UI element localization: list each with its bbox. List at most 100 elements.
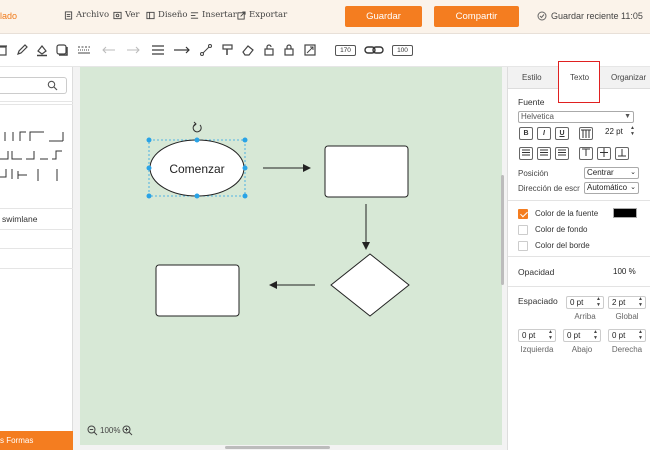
height-input[interactable]: 100 <box>392 45 413 56</box>
tab-texto-highlight <box>558 61 600 103</box>
align-left-icon <box>522 149 530 156</box>
align-top-icon <box>582 148 590 156</box>
save-button[interactable]: Guardar <box>345 6 422 27</box>
divider <box>508 286 650 287</box>
tab-organizar[interactable]: Organizar <box>611 73 646 82</box>
layout-icon <box>146 11 155 19</box>
fill-icon[interactable] <box>35 43 49 57</box>
align-middle-button[interactable] <box>597 147 611 160</box>
font-color-swatch[interactable] <box>613 208 637 218</box>
rotate-icon[interactable] <box>192 121 202 133</box>
divider <box>0 248 73 249</box>
more-shapes-button[interactable]: s Formas <box>0 431 73 450</box>
document-title[interactable]: lado <box>0 11 17 21</box>
align-right-button[interactable] <box>555 147 569 160</box>
tab-texto[interactable]: Texto <box>570 73 589 82</box>
line-style-icon[interactable] <box>77 43 91 57</box>
font-color-checkbox[interactable] <box>518 209 528 219</box>
direction-label: Dirección de escr <box>518 184 580 193</box>
bold-button[interactable]: B <box>519 127 533 140</box>
spacing-top-stepper[interactable]: 0 pt ▲ ▼ <box>566 296 604 309</box>
divider <box>0 208 73 209</box>
background-color-checkbox[interactable] <box>518 225 528 235</box>
align-bottom-button[interactable] <box>615 147 629 160</box>
menu-archivo[interactable]: Archivo <box>64 10 109 20</box>
align-center-icon <box>540 149 548 156</box>
zoom-in-icon[interactable] <box>122 425 133 436</box>
italic-button[interactable]: I <box>537 127 551 140</box>
start-shape[interactable]: Comenzar <box>146 121 248 199</box>
underline-button[interactable]: U <box>555 127 569 140</box>
eraser-icon[interactable] <box>241 43 255 57</box>
connector-shapes-grid[interactable] <box>0 129 73 189</box>
position-value: Centrar <box>587 168 614 177</box>
menu-exportar-label: Exportar <box>249 10 288 20</box>
delete-icon[interactable] <box>0 43 9 57</box>
align-bottom-icon <box>618 149 626 157</box>
divider <box>508 256 650 257</box>
menu-diseno[interactable]: Diseño <box>146 10 188 20</box>
border-color-label: Color del borde <box>535 241 590 250</box>
format-panel: Estilo Texto Organizar Fuente Helvetica … <box>507 61 650 450</box>
process-shape-top[interactable] <box>324 145 409 198</box>
spacing-bottom-value: 0 pt <box>567 331 581 340</box>
stepper-arrows-icon: ▲ ▼ <box>593 329 598 341</box>
pencil-icon[interactable] <box>15 43 29 57</box>
spacing-top-value: 0 pt <box>570 298 584 307</box>
format-painter-icon[interactable] <box>221 43 235 57</box>
lock-icon[interactable] <box>282 43 296 57</box>
unlock-icon[interactable] <box>262 43 276 57</box>
arrow-right-icon[interactable] <box>126 43 140 57</box>
menu-exportar[interactable]: Exportar <box>237 10 287 20</box>
zoom-level: 100% <box>100 426 121 435</box>
vertical-text-button[interactable] <box>579 127 593 140</box>
menu-insertar[interactable]: Insertar <box>190 10 237 20</box>
zoom-out-icon[interactable] <box>87 425 98 436</box>
position-select[interactable]: Centrar ⌄ <box>584 167 639 179</box>
arrow-left-icon[interactable] <box>102 43 116 57</box>
width-input[interactable]: 170 <box>335 45 356 56</box>
align-top-button[interactable] <box>579 147 593 160</box>
decision-shape[interactable] <box>330 253 410 317</box>
font-size-value: 22 pt <box>605 127 623 136</box>
spacing-right-stepper[interactable]: 0 pt ▲ ▼ <box>608 329 646 342</box>
spacing-global-stepper[interactable]: 2 pt ▲ ▼ <box>608 296 646 309</box>
shadow-icon[interactable] <box>55 43 69 57</box>
opacity-stepper[interactable]: 100 % <box>610 266 638 279</box>
file-icon <box>64 10 73 20</box>
search-icon <box>47 80 58 91</box>
menu-ver[interactable]: Ver <box>113 10 139 20</box>
tab-estilo[interactable]: Estilo <box>522 73 542 82</box>
share-button[interactable]: Compartir <box>434 6 519 27</box>
align-center-button[interactable] <box>537 147 551 160</box>
shape-search-input[interactable] <box>0 77 67 94</box>
line-width-icon[interactable] <box>151 43 165 57</box>
check-circle-icon <box>537 11 547 21</box>
chevron-down-icon: ⌄ <box>630 169 636 176</box>
spacing-left-stepper[interactable]: 0 pt ▲ ▼ <box>518 329 556 342</box>
direction-select[interactable]: Automático ⌄ <box>584 182 639 194</box>
align-right-icon <box>558 149 566 156</box>
link-icon[interactable] <box>364 43 384 57</box>
connector-arrow-icon[interactable] <box>173 43 191 57</box>
spacing-top-label: Arriba <box>574 312 596 321</box>
spacing-bottom-stepper[interactable]: 0 pt ▲ ▼ <box>563 329 601 342</box>
fit-screen-icon[interactable] <box>303 43 317 57</box>
vertical-scrollbar[interactable] <box>501 175 504 285</box>
border-color-checkbox[interactable] <box>518 241 528 251</box>
spacing-right-value: 0 pt <box>612 331 626 340</box>
process-shape-bottom[interactable] <box>155 264 240 317</box>
save-status-text: Guardar reciente 11:05 <box>551 11 643 21</box>
font-family-select[interactable]: Helvetica ▼ <box>518 111 634 123</box>
spacing-label: Espaciado <box>518 296 558 306</box>
swimlane-category[interactable]: swimlane <box>2 214 37 224</box>
menu-insertar-label: Insertar <box>202 10 237 20</box>
waypoint-icon[interactable] <box>199 43 213 57</box>
align-left-button[interactable] <box>519 147 533 160</box>
font-size-stepper[interactable]: 22 pt ▲ ▼ <box>602 125 637 139</box>
horizontal-scrollbar[interactable] <box>225 446 330 449</box>
diagram-canvas[interactable]: Comenzar <box>80 67 502 445</box>
position-label: Posición <box>518 169 549 178</box>
canvas-area: Comenzar <box>73 67 507 450</box>
vertical-text-icon <box>581 129 591 138</box>
